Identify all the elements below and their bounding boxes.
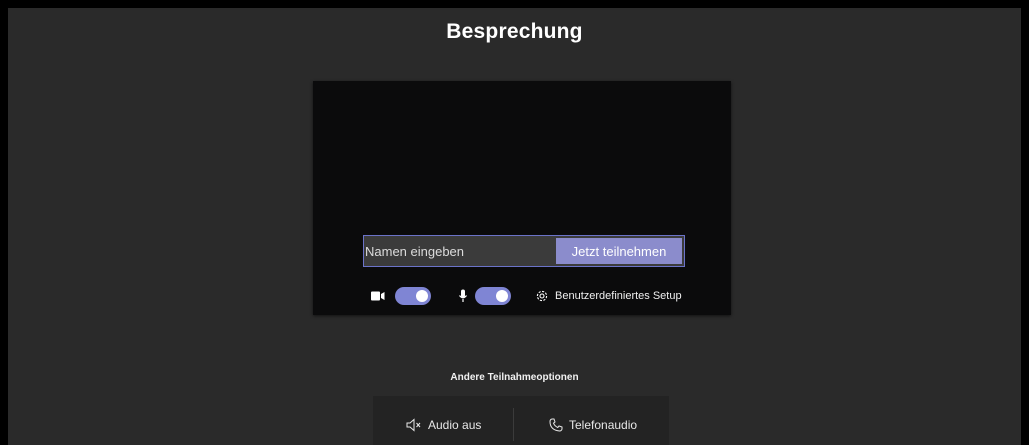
camera-toggle-knob bbox=[416, 290, 428, 302]
audio-off-label: Audio aus bbox=[428, 418, 482, 432]
page-title: Besprechung bbox=[446, 20, 583, 43]
custom-setup-button[interactable]: Benutzerdefiniertes Setup bbox=[535, 287, 682, 305]
speaker-off-icon bbox=[406, 418, 422, 432]
phone-icon bbox=[549, 418, 563, 432]
phone-audio-button[interactable]: Telefonaudio bbox=[549, 415, 637, 435]
options-divider bbox=[513, 408, 514, 441]
settings-gear-icon bbox=[535, 289, 549, 303]
microphone-toggle-knob bbox=[496, 290, 508, 302]
other-options-panel: Audio aus Telefonaudio bbox=[373, 396, 669, 445]
camera-icon bbox=[371, 287, 385, 305]
other-options-title: Andere Teilnahmeoptionen bbox=[450, 372, 579, 383]
meeting-join-window: Besprechung Jetzt teilnehmen bbox=[8, 8, 1021, 445]
device-controls: Benutzerdefiniertes Setup bbox=[371, 287, 691, 305]
audio-off-button[interactable]: Audio aus bbox=[406, 415, 481, 435]
phone-audio-label: Telefonaudio bbox=[569, 418, 638, 432]
camera-toggle[interactable] bbox=[395, 287, 431, 305]
custom-setup-label: Benutzerdefiniertes Setup bbox=[555, 290, 682, 302]
microphone-toggle[interactable] bbox=[475, 287, 511, 305]
video-preview: Jetzt teilnehmen bbox=[313, 81, 731, 315]
microphone-icon bbox=[458, 287, 468, 305]
join-form: Jetzt teilnehmen bbox=[363, 235, 685, 267]
join-now-button[interactable]: Jetzt teilnehmen bbox=[556, 238, 682, 264]
name-input[interactable] bbox=[364, 236, 557, 266]
